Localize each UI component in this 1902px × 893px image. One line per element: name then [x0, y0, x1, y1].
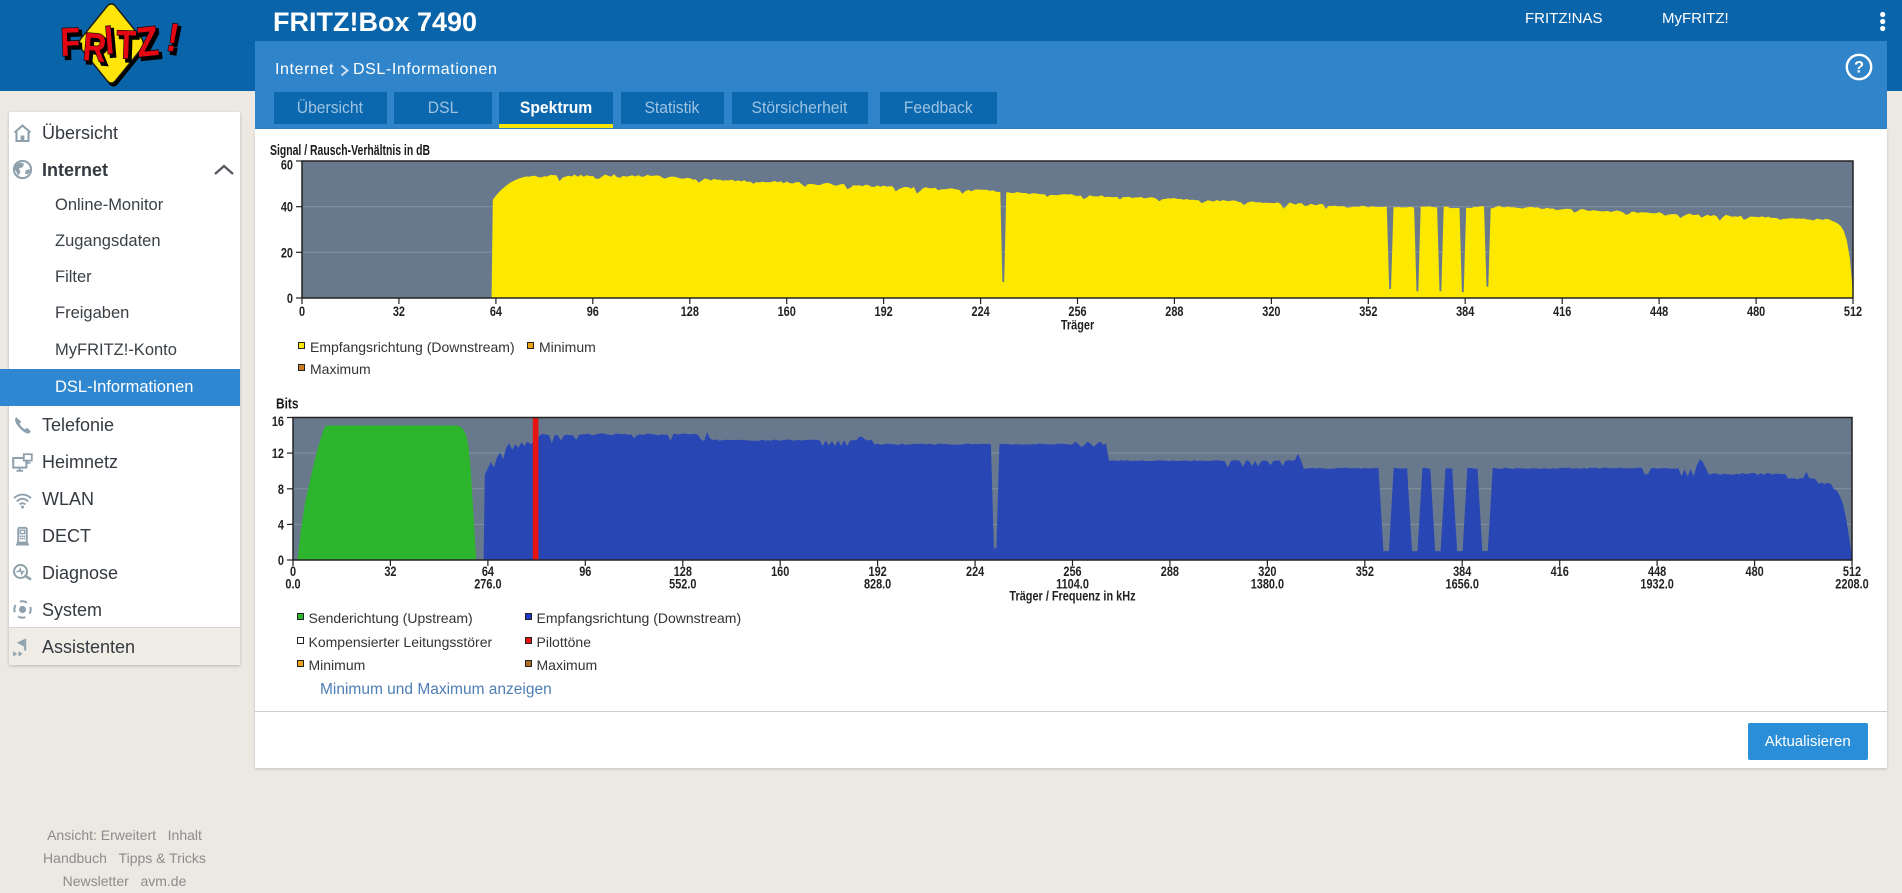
svg-text:160: 160 [771, 564, 789, 580]
svg-text:F: F [60, 19, 81, 65]
svg-text:224: 224 [971, 304, 989, 320]
svg-text:384: 384 [1456, 304, 1474, 320]
svg-text:160: 160 [778, 304, 796, 320]
svg-text:8: 8 [278, 482, 284, 498]
svg-text:0.0: 0.0 [285, 576, 300, 592]
svg-text:352: 352 [1359, 304, 1377, 320]
svg-text:12: 12 [272, 446, 284, 462]
svg-text:60: 60 [281, 157, 293, 173]
svg-text:552.0: 552.0 [669, 576, 696, 592]
svg-text:20: 20 [281, 245, 293, 261]
svg-text:32: 32 [393, 304, 405, 320]
svg-text:4: 4 [278, 517, 284, 533]
svg-text:448: 448 [1650, 304, 1668, 320]
svg-text:40: 40 [281, 199, 293, 215]
svg-text:416: 416 [1553, 304, 1571, 320]
svg-text:276.0: 276.0 [474, 576, 501, 592]
svg-text:828.0: 828.0 [864, 576, 891, 592]
svg-text:480: 480 [1745, 564, 1763, 580]
svg-text:128: 128 [681, 304, 699, 320]
svg-text:224: 224 [966, 564, 984, 580]
svg-text:T: T [116, 22, 137, 68]
svg-text:2208.0: 2208.0 [1835, 576, 1868, 592]
svg-text:Bits: Bits [276, 395, 298, 411]
svg-text:1932.0: 1932.0 [1640, 576, 1673, 592]
svg-text:96: 96 [587, 304, 599, 320]
svg-text:32: 32 [384, 564, 396, 580]
svg-text:288: 288 [1161, 564, 1179, 580]
svg-text:1656.0: 1656.0 [1446, 576, 1479, 592]
svg-text:288: 288 [1165, 304, 1183, 320]
svg-text:0: 0 [287, 291, 293, 307]
svg-text:480: 480 [1747, 304, 1765, 320]
svg-text:0: 0 [299, 304, 305, 320]
svg-text:1380.0: 1380.0 [1251, 576, 1284, 592]
svg-text:?: ? [1854, 59, 1864, 77]
svg-text:Träger / Frequenz in kHz: Träger / Frequenz in kHz [1009, 588, 1135, 604]
svg-text:192: 192 [874, 304, 892, 320]
svg-text:352: 352 [1356, 564, 1374, 580]
svg-text:Träger: Träger [1061, 317, 1094, 333]
svg-text:416: 416 [1551, 564, 1569, 580]
svg-text:512: 512 [1844, 304, 1862, 320]
svg-text:Signal / Rausch-Verhältnis in: Signal / Rausch-Verhältnis in dB [270, 142, 430, 158]
svg-text:16: 16 [272, 414, 284, 430]
svg-text:64: 64 [490, 304, 502, 320]
svg-text:320: 320 [1262, 304, 1280, 320]
svg-text:0: 0 [278, 553, 284, 569]
svg-text:96: 96 [579, 564, 591, 580]
